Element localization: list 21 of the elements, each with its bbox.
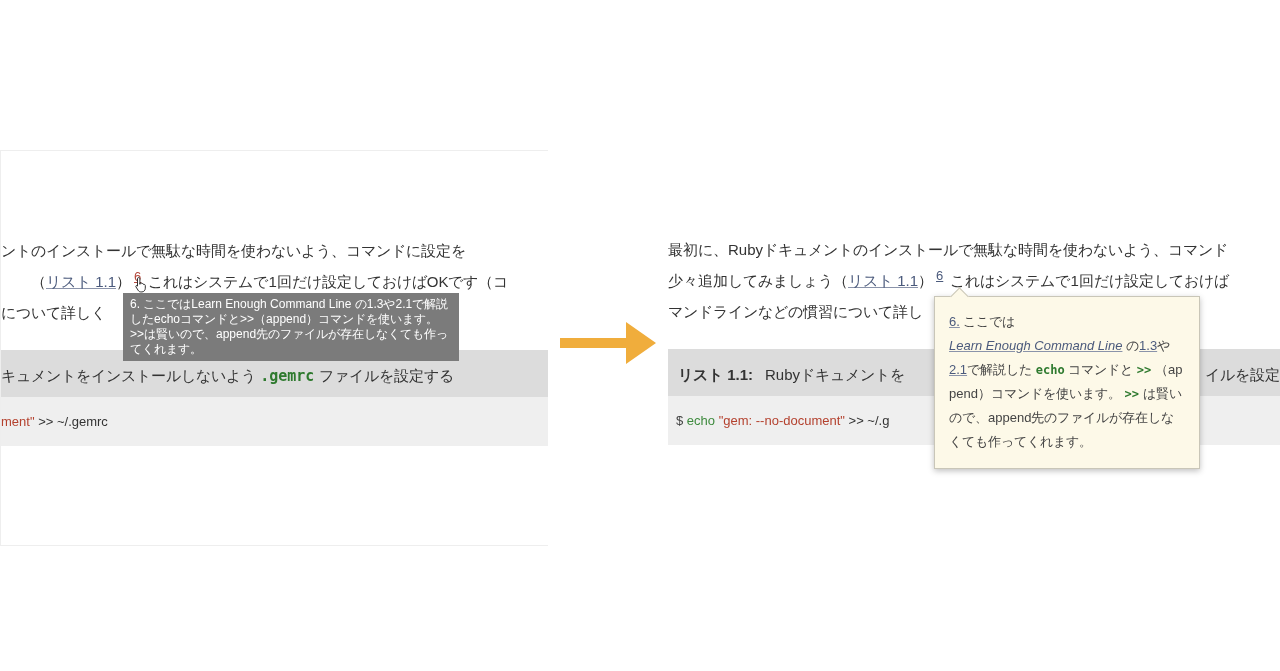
footnote-tooltip: 6. ここではLearn Enough Command Line の1.3や2.1で解説したechoコマンドと>>（append）コマンドを使います。>>は賢いので、append先のファイルが存在しなくても作ってくれます。 bbox=[123, 293, 459, 361]
paragraph-line: マンドラインなどの慣習について詳し bbox=[668, 302, 923, 322]
listing-caption: キュメントをインストールしないよう .gemrc ファイルを設定する bbox=[1, 367, 454, 386]
listing-caption: イルを設定 bbox=[1205, 366, 1280, 385]
book-link[interactable]: Learn Enough Command Line bbox=[949, 338, 1123, 353]
reference-link[interactable]: 6. bbox=[949, 314, 960, 329]
listing-label: リスト 1.1: bbox=[678, 366, 753, 385]
right-arrow-icon bbox=[560, 322, 656, 364]
code-line: ment" >> ~/.gemrc bbox=[1, 414, 108, 429]
reference-link[interactable]: 2.1 bbox=[949, 362, 968, 377]
code-line: $ echo "gem: --no-document" >> ~/.g bbox=[676, 413, 890, 428]
listing-link[interactable]: リスト 1.1 bbox=[848, 272, 919, 289]
reference-link[interactable]: 1.3 bbox=[1139, 338, 1158, 353]
footnote-link[interactable]: 6 bbox=[131, 270, 145, 284]
footnote-text: 6. ここでは Learn Enough Command Line の1.3や 2.1で解説した echo コマンドと >> （append）コマンドを使います。 >> は賢いので、append先のファイルが存在しなくても作ってくれます。 bbox=[949, 313, 1184, 451]
paragraph-line: について詳しく bbox=[1, 303, 106, 323]
footnote-link[interactable]: 6 bbox=[933, 269, 947, 283]
listing-link[interactable]: リスト 1.1 bbox=[46, 273, 117, 290]
listing-caption: Rubyドキュメントを bbox=[765, 366, 906, 385]
paragraph-line: 最初に、Rubyドキュメントのインストールで無駄な時間を使わないよう、コマンド bbox=[668, 240, 1229, 260]
paragraph-line: ントのインストールで無駄な時間を使わないよう、コマンドに設定を bbox=[1, 241, 466, 261]
